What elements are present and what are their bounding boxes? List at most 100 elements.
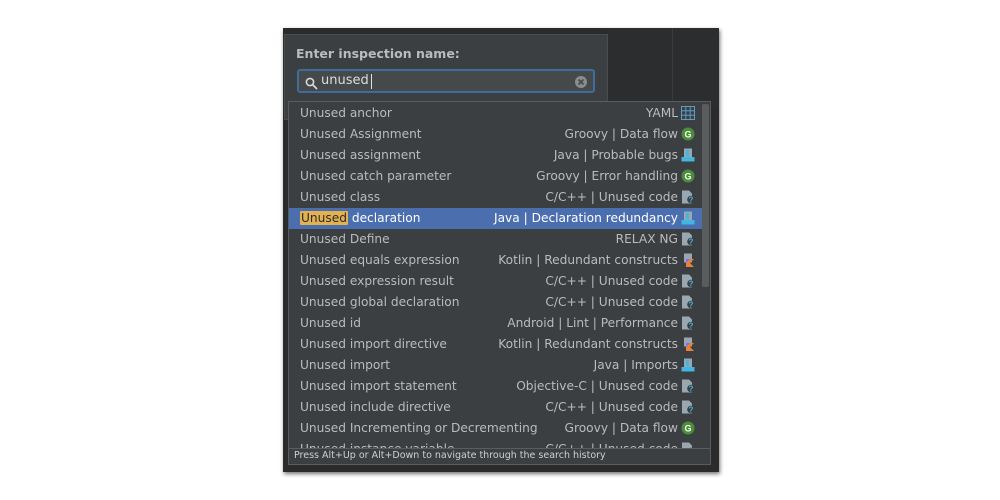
match-prefix: Unused	[300, 379, 346, 393]
match-prefix: Unused	[300, 274, 346, 288]
match-prefix: Unused	[300, 295, 346, 309]
inspection-name: Unused import statement	[300, 376, 457, 397]
svg-text:?: ?	[689, 280, 694, 289]
match-prefix: Unused	[300, 232, 346, 246]
svg-text:?: ?	[689, 196, 694, 205]
match-prefix: Unused	[300, 358, 346, 372]
results-list: Unused anchor YAML Unused Assignment Groovy…	[289, 103, 709, 449]
inspection-category: Objective-C | Unused code	[516, 379, 678, 393]
match-prefix: Unused	[300, 400, 346, 414]
result-row[interactable]: Unused id Android | Lint | Performance?	[289, 313, 709, 334]
java-icon	[681, 148, 695, 162]
inspection-name-rest: declaration	[347, 211, 421, 225]
match-prefix: Unused	[300, 106, 346, 120]
inspection-name: Unused expression result	[300, 271, 454, 292]
result-row[interactable]: Unused import statement Objective-C | Unu…	[289, 376, 709, 397]
groovy-icon: G	[681, 127, 695, 141]
result-row[interactable]: Unused Assignment Groovy | Data flow G	[289, 124, 709, 145]
inspection-category: C/C++ | Unused code	[545, 400, 678, 414]
result-row[interactable]: Unused import Java | Imports	[289, 355, 709, 376]
svg-text:?: ?	[689, 385, 694, 394]
background-panel	[607, 28, 719, 108]
svg-text:G: G	[684, 172, 691, 182]
result-row[interactable]: Unused import directive Kotlin | Redundan…	[289, 334, 709, 355]
inspection-name-rest: Define	[345, 232, 390, 246]
unknown-file-icon: ?	[681, 400, 695, 415]
unknown-file-icon: ?	[681, 232, 695, 247]
inspection-name: Unused include directive	[300, 397, 451, 418]
inspection-name-rest: equals expression	[345, 253, 460, 267]
result-row[interactable]: Unused anchor YAML	[289, 103, 709, 124]
inspection-name: Unused id	[300, 313, 361, 334]
inspection-name: Unused assignment	[300, 145, 421, 166]
groovy-icon: G	[681, 421, 695, 435]
text-caret	[371, 74, 372, 89]
search-history-hint: Press Alt+Up or Alt+Down to navigate thr…	[289, 448, 710, 464]
inspection-name: Unused import	[300, 355, 390, 376]
inspection-name: Unused Define	[300, 229, 390, 250]
inspection-category: C/C++ | Unused code	[545, 190, 678, 204]
inspection-name-rest: import	[345, 358, 391, 372]
inspection-name-rest: import directive	[345, 337, 447, 351]
svg-text:?: ?	[689, 406, 694, 415]
result-row[interactable]: Unused declaration Java | Declaration red…	[289, 208, 709, 229]
inspection-category: Groovy | Data flow	[564, 127, 678, 141]
background-divider	[672, 28, 673, 108]
result-row[interactable]: Unused Define RELAX NG?	[289, 229, 709, 250]
inspection-name-rest: include directive	[345, 400, 451, 414]
ide-window: Enter inspection name: unused Unused anc…	[283, 28, 719, 472]
inspection-category: Java | Probable bugs	[553, 148, 678, 162]
scrollbar-thumb[interactable]	[702, 104, 709, 287]
result-row[interactable]: Unused catch parameter Groovy | Error han…	[289, 166, 709, 187]
inspection-name: Unused declaration	[300, 208, 420, 229]
inspection-name: Unused anchor	[300, 103, 392, 124]
match-prefix: Unused	[300, 127, 346, 141]
search-icon	[305, 75, 318, 94]
match-prefix: Unused	[300, 337, 346, 351]
inspection-name-rest: Assignment	[345, 127, 422, 141]
inspection-category: C/C++ | Unused code	[545, 274, 678, 288]
results-scrollbar[interactable]	[702, 104, 709, 447]
inspection-category: Android | Lint | Performance	[507, 316, 678, 330]
match-prefix: Unused	[300, 211, 348, 225]
result-row[interactable]: Unused class C/C++ | Unused code?	[289, 187, 709, 208]
hint-text: Press Alt+Up or Alt+Down to navigate thr…	[294, 450, 606, 461]
unknown-file-icon: ?	[681, 295, 695, 310]
inspection-name: Unused catch parameter	[300, 166, 451, 187]
kotlin-icon	[681, 337, 695, 351]
java-icon	[681, 358, 695, 372]
match-prefix: Unused	[300, 190, 346, 204]
svg-text:?: ?	[689, 322, 694, 331]
search-results-popup: Unused anchor YAML Unused Assignment Groovy…	[288, 101, 711, 465]
inspection-name: Unused global declaration	[300, 292, 460, 313]
inspection-name: Unused class	[300, 187, 380, 208]
inspection-name-rest: id	[345, 316, 361, 330]
inspection-category: RELAX NG	[615, 232, 678, 246]
match-prefix: Unused	[300, 421, 346, 435]
dialog-title: Enter inspection name:	[296, 46, 460, 61]
svg-text:G: G	[684, 130, 691, 140]
search-input-value: unused	[321, 73, 369, 88]
inspection-name: Unused equals expression	[300, 250, 460, 271]
java-icon	[681, 211, 695, 225]
result-row[interactable]: Unused equals expression Kotlin | Redunda…	[289, 250, 709, 271]
inspection-category: Java | Declaration redundancy	[493, 211, 678, 225]
inspection-name-rest: class	[345, 190, 381, 204]
inspection-name-rest: anchor	[345, 106, 392, 120]
result-row[interactable]: Unused assignment Java | Probable bugs	[289, 145, 709, 166]
result-row[interactable]: Unused include directive C/C++ | Unused c…	[289, 397, 709, 418]
result-row[interactable]: Unused global declaration C/C++ | Unused …	[289, 292, 709, 313]
clear-search-icon[interactable]	[574, 74, 588, 93]
search-input[interactable]: unused	[297, 69, 595, 93]
match-prefix: Unused	[300, 148, 346, 162]
inspection-category: C/C++ | Unused code	[545, 295, 678, 309]
inspection-name-rest: expression result	[345, 274, 454, 288]
inspection-name-rest: assignment	[345, 148, 421, 162]
match-prefix: Unused	[300, 316, 346, 330]
result-row[interactable]: Unused Incrementing or Decrementing Groov…	[289, 418, 709, 439]
inspection-category: Kotlin | Redundant constructs	[498, 253, 678, 267]
inspection-category: Groovy | Error handling	[536, 169, 678, 183]
result-row[interactable]: Unused expression result C/C++ | Unused c…	[289, 271, 709, 292]
unknown-file-icon: ?	[681, 316, 695, 331]
table-icon	[681, 106, 695, 120]
